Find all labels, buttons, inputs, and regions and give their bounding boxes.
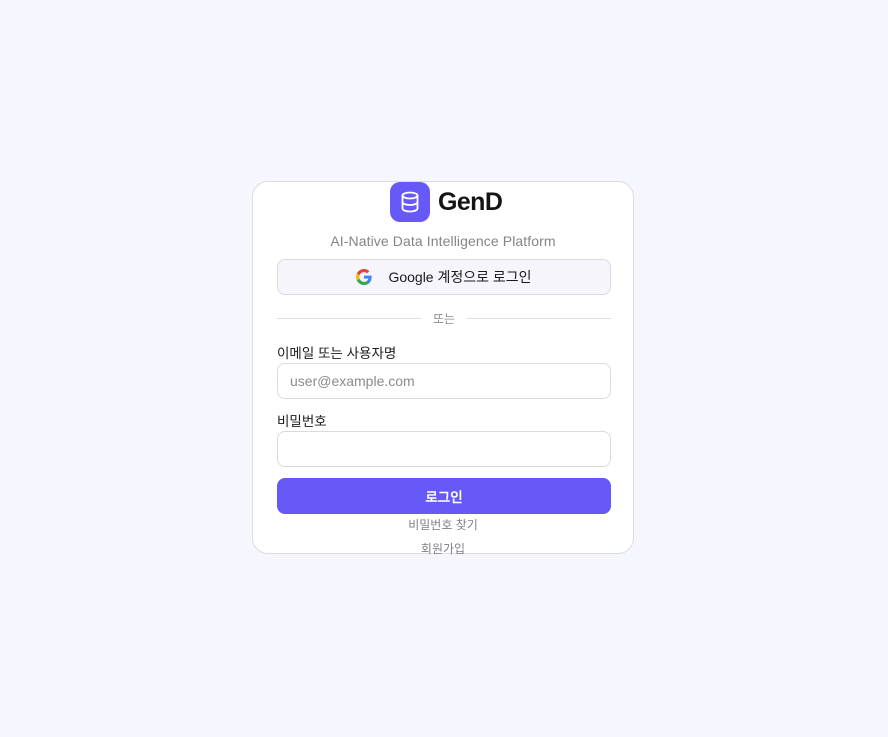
username-input[interactable] (277, 363, 611, 399)
login-card: GenD AI-Native Data Intelligence Platfor… (252, 181, 634, 557)
logo (390, 182, 430, 222)
divider-line-left (277, 317, 421, 319)
database-icon (398, 190, 422, 214)
password-input[interactable] (277, 431, 611, 467)
username-label: 이메일 또는 사용자명 (277, 346, 397, 361)
google-login-label: Google 계정으로 로그인 (388, 269, 532, 285)
or-divider: 또는 (277, 310, 611, 326)
password-label: 비밀번호 (277, 414, 327, 429)
google-icon (356, 269, 373, 285)
divider-text: 또는 (432, 311, 456, 326)
signup-link[interactable]: 회원가입 (253, 540, 633, 557)
divider-line-right (467, 317, 611, 319)
brand-header: GenD (390, 182, 503, 222)
google-login-button[interactable]: Google 계정으로 로그인 (277, 259, 611, 295)
brand-name: GenD (438, 187, 503, 216)
forgot-password-link[interactable]: 비밀번호 찾기 (253, 516, 633, 533)
login-button[interactable]: 로그인 (277, 478, 611, 514)
tagline: AI-Native Data Intelligence Platform (330, 233, 556, 249)
